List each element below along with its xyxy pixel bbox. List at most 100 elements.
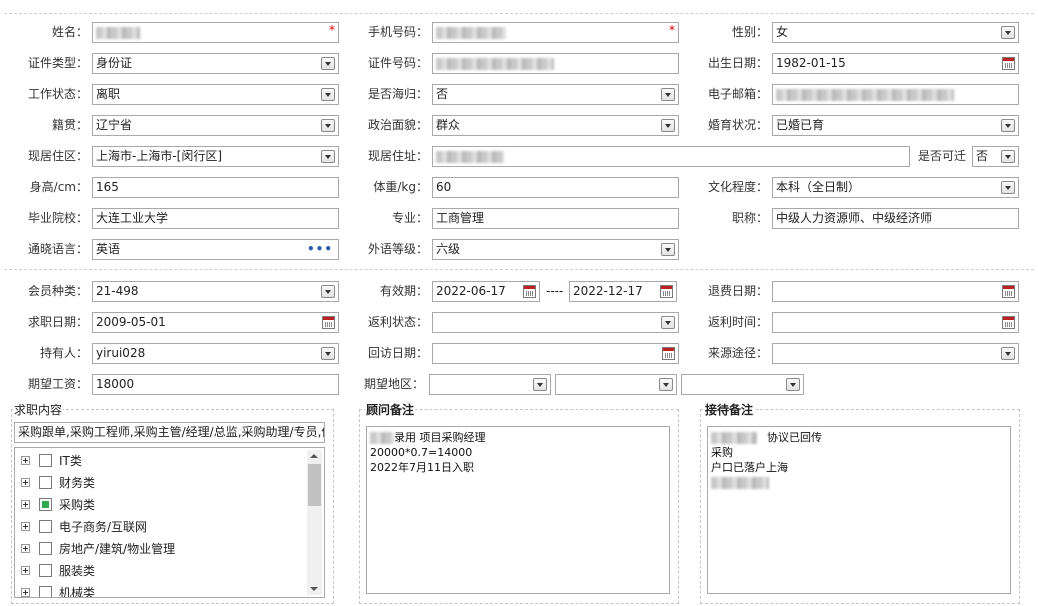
calendar-icon[interactable] <box>1002 316 1015 329</box>
overseas-label: 是否海归： <box>367 87 428 101</box>
address-redacted <box>436 150 504 163</box>
title-input[interactable]: 中级人力资源师、中级经济师 <box>772 208 1019 229</box>
section-divider <box>4 269 1034 270</box>
rebate-time-label: 返利时间： <box>707 315 768 329</box>
language-input[interactable]: 英语 ••• <box>92 239 339 260</box>
scroll-thumb[interactable] <box>308 464 321 506</box>
weight-input[interactable]: 60 <box>432 177 679 198</box>
dropdown-arrow-icon[interactable] <box>661 88 675 101</box>
dropdown-arrow-icon[interactable] <box>1001 181 1015 194</box>
dropdown-arrow-icon[interactable] <box>321 285 335 298</box>
source-label: 来源途径： <box>707 346 768 360</box>
revisit-date-input[interactable] <box>432 343 679 364</box>
dropdown-arrow-icon[interactable] <box>321 150 335 163</box>
dropdown-arrow-icon[interactable] <box>321 88 335 101</box>
email-input[interactable] <box>772 84 1019 105</box>
refund-date-input[interactable] <box>772 281 1019 302</box>
more-options-icon[interactable]: ••• <box>307 240 333 259</box>
dropdown-arrow-icon[interactable] <box>661 316 675 329</box>
expected-region-city-select[interactable] <box>555 374 677 395</box>
member-type-select[interactable]: 21-498 <box>92 281 339 302</box>
job-category-tree[interactable]: IT类 财务类 采购类 电子商务/互联网 房地产/建筑/物业管理 服装类 机械类 <box>14 447 325 598</box>
dropdown-arrow-icon[interactable] <box>321 57 335 70</box>
expand-icon[interactable] <box>21 478 30 487</box>
work-status-label: 工作状态： <box>27 87 88 101</box>
expected-region-district-select[interactable] <box>681 374 804 395</box>
expected-salary-input[interactable]: 18000 <box>92 374 339 395</box>
expand-icon[interactable] <box>21 544 30 553</box>
calendar-icon[interactable] <box>1002 285 1015 298</box>
checkbox[interactable] <box>39 454 52 467</box>
checkbox[interactable] <box>39 542 52 555</box>
id-number-input[interactable] <box>432 53 679 74</box>
rebate-time-input[interactable] <box>772 312 1019 333</box>
education-select[interactable]: 本科（全日制） <box>772 177 1019 198</box>
dropdown-arrow-icon[interactable] <box>661 119 675 132</box>
checkbox[interactable] <box>39 564 52 577</box>
rebate-status-select[interactable] <box>432 312 679 333</box>
job-content-input[interactable]: 采购跟单,采购工程师,采购主管/经理/总监,采购助理/专员,供 <box>14 422 325 443</box>
holder-select[interactable]: yirui028 <box>92 343 339 364</box>
email-label: 电子邮箱： <box>707 87 768 101</box>
top-divider <box>4 13 1034 14</box>
dropdown-arrow-icon[interactable] <box>1001 347 1015 360</box>
work-status-select[interactable]: 离职 <box>92 84 339 105</box>
scroll-up-icon[interactable] <box>310 454 318 458</box>
height-input[interactable]: 165 <box>92 177 339 198</box>
id-type-label: 证件类型： <box>27 56 88 70</box>
dropdown-arrow-icon[interactable] <box>1001 150 1015 163</box>
id-type-select[interactable]: 身份证 <box>92 53 339 74</box>
relocatable-select[interactable]: 否 <box>972 146 1019 167</box>
consultant-note-textarea[interactable]: 录用 项目采购经理 20000*0.7=14000 2022年7月11日入职 <box>366 426 670 594</box>
expand-icon[interactable] <box>21 456 30 465</box>
calendar-icon[interactable] <box>1002 57 1015 70</box>
expand-icon[interactable] <box>21 500 30 509</box>
language-level-select[interactable]: 六级 <box>432 239 679 260</box>
calendar-icon[interactable] <box>662 347 675 360</box>
phone-input[interactable]: * <box>432 22 679 43</box>
calendar-icon[interactable] <box>322 316 335 329</box>
marital-select[interactable]: 已婚已育 <box>772 115 1019 136</box>
dropdown-arrow-icon[interactable] <box>1001 119 1015 132</box>
reception-note-textarea[interactable]: 协议已回传 采购 户口已落户上海 <box>707 426 1011 594</box>
dropdown-arrow-icon[interactable] <box>786 378 800 391</box>
political-select[interactable]: 群众 <box>432 115 679 136</box>
political-label: 政治面貌： <box>367 118 428 132</box>
expand-icon[interactable] <box>21 588 30 597</box>
expand-icon[interactable] <box>21 522 30 531</box>
required-marker: * <box>329 23 335 37</box>
calendar-icon[interactable] <box>660 285 673 298</box>
name-input[interactable]: * <box>92 22 339 43</box>
birth-date-input[interactable]: 1982-01-15 <box>772 53 1019 74</box>
major-input[interactable]: 工商管理 <box>432 208 679 229</box>
validity-end-input[interactable]: 2022-12-17 <box>569 281 677 302</box>
phone-redacted <box>436 26 506 39</box>
native-place-select[interactable]: 辽宁省 <box>92 115 339 136</box>
validity-start-input[interactable]: 2022-06-17 <box>432 281 540 302</box>
checkbox[interactable] <box>39 520 52 533</box>
checkbox[interactable] <box>39 586 52 597</box>
dropdown-arrow-icon[interactable] <box>659 378 673 391</box>
consultant-note-title: 顾问备注 <box>365 403 416 417</box>
dropdown-arrow-icon[interactable] <box>1001 26 1015 39</box>
residence-address-input[interactable] <box>432 146 910 167</box>
dropdown-arrow-icon[interactable] <box>533 378 547 391</box>
residence-area-select[interactable]: 上海市-上海市-[闵行区] <box>92 146 339 167</box>
tree-scrollbar[interactable] <box>307 450 322 595</box>
dropdown-arrow-icon[interactable] <box>321 347 335 360</box>
scroll-down-icon[interactable] <box>310 587 318 591</box>
checkbox-partial[interactable] <box>39 498 52 511</box>
height-label: 身高/cm： <box>29 180 88 194</box>
calendar-icon[interactable] <box>523 285 536 298</box>
dropdown-arrow-icon[interactable] <box>661 243 675 256</box>
school-input[interactable]: 大连工业大学 <box>92 208 339 229</box>
overseas-select[interactable]: 否 <box>432 84 679 105</box>
expected-region-province-select[interactable] <box>429 374 551 395</box>
checkbox[interactable] <box>39 476 52 489</box>
source-select[interactable] <box>772 343 1019 364</box>
job-search-date-input[interactable]: 2009-05-01 <box>92 312 339 333</box>
dropdown-arrow-icon[interactable] <box>321 119 335 132</box>
residence-area-label: 现居住区： <box>27 149 88 163</box>
expand-icon[interactable] <box>21 566 30 575</box>
gender-select[interactable]: 女 <box>772 22 1019 43</box>
